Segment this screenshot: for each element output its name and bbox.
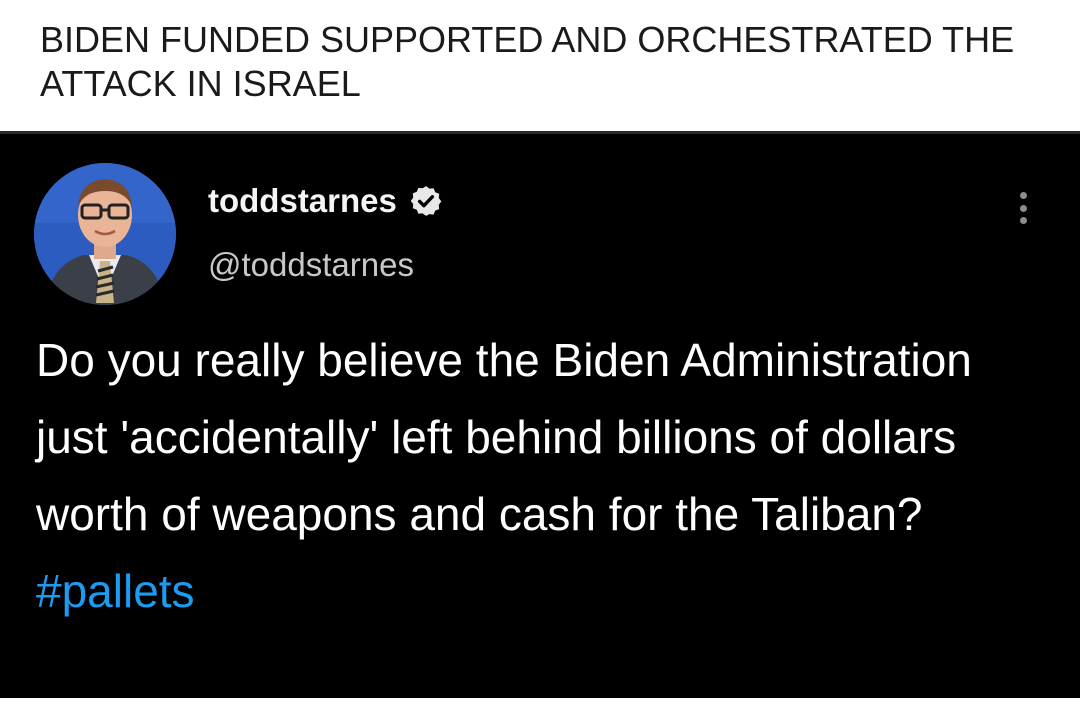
tweet-author-handle[interactable]: @toddstarnes [208, 246, 414, 284]
avatar-photo [34, 163, 176, 305]
dot [1019, 204, 1027, 212]
tweet-card[interactable]: toddstarnes @toddstarnes Do you really b… [0, 131, 1080, 698]
tweet-author-name[interactable]: toddstarnes [208, 182, 443, 220]
verified-badge-icon [409, 184, 443, 218]
tweet-text: Do you really believe the Biden Administ… [36, 322, 1046, 630]
dot [1019, 192, 1027, 199]
display-name-text[interactable]: toddstarnes [208, 182, 397, 220]
tweet-text-content: Do you really believe the Biden Administ… [36, 334, 972, 540]
vertical-ellipsis-icon[interactable] [1008, 188, 1038, 228]
post-title: BIDEN FUNDED SUPPORTED AND ORCHESTRATED … [40, 19, 1015, 104]
avatar[interactable] [34, 163, 176, 305]
dot [1019, 217, 1027, 224]
hashtag-link[interactable]: #pallets [36, 565, 195, 617]
